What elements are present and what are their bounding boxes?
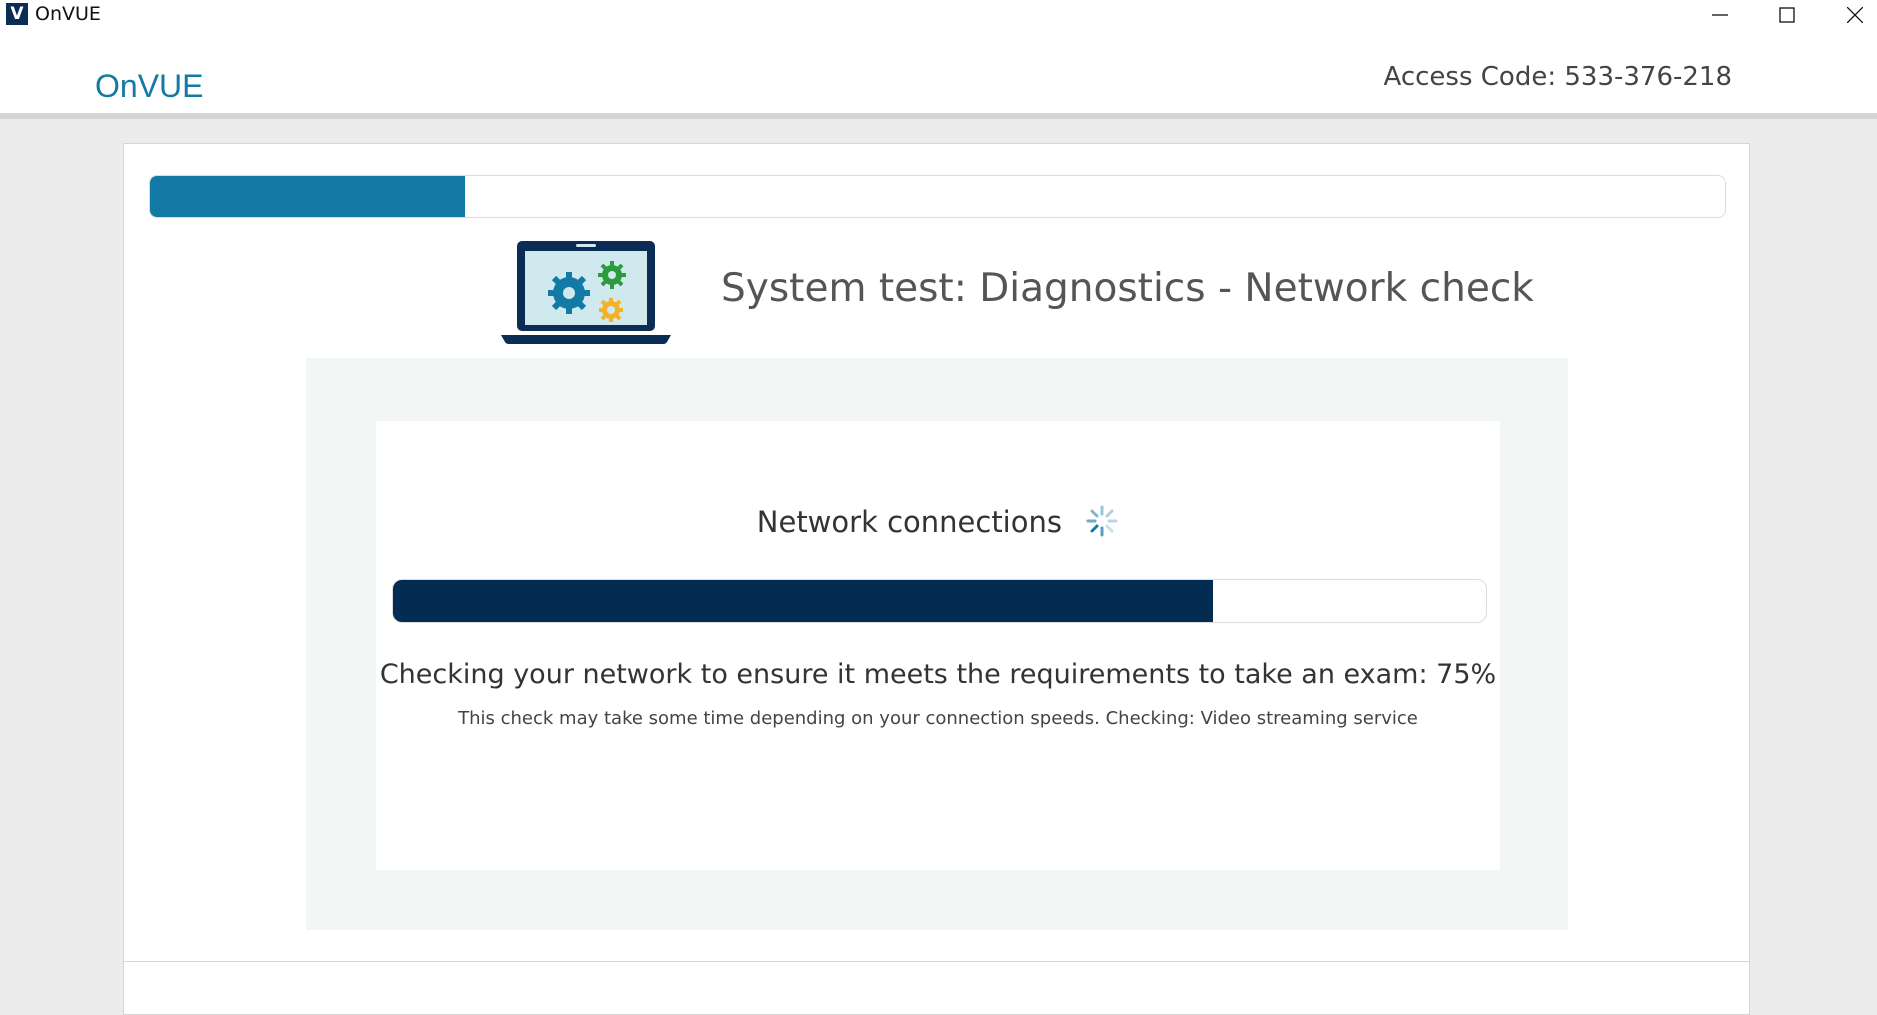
window-title: OnVUE — [35, 3, 101, 25]
network-status-detail: This check may take some time depending … — [458, 708, 1418, 729]
onvue-logo: OnVUE — [95, 68, 203, 103]
network-status-text: Checking your network to ensure it meets… — [379, 659, 1497, 690]
maximize-button[interactable] — [1757, 0, 1817, 29]
section-heading: Network connections — [376, 505, 1500, 541]
check-panel: Network connections Checking your networ… — [306, 358, 1568, 930]
network-progress-bar — [392, 579, 1487, 623]
laptop-gears-icon — [501, 241, 671, 344]
window-titlebar: V OnVUE — [0, 0, 1877, 29]
svg-text:OnVUE: OnVUE — [95, 68, 203, 103]
close-icon — [1847, 7, 1863, 23]
minimize-icon — [1712, 14, 1728, 16]
app-header: OnVUE Access Code: 533-376-218 — [0, 29, 1877, 119]
network-check-box: Network connections Checking your networ… — [376, 421, 1500, 870]
close-button[interactable] — [1825, 0, 1877, 29]
overall-progress-bar — [149, 175, 1726, 218]
page-title: System test: Diagnostics - Network check — [721, 266, 1534, 311]
main-card: System test: Diagnostics - Network check… — [123, 143, 1750, 1015]
minimize-button[interactable] — [1690, 0, 1750, 29]
app-icon: V — [6, 3, 28, 25]
section-heading-text: Network connections — [756, 505, 1062, 539]
maximize-icon — [1779, 7, 1795, 23]
network-progress-fill — [393, 580, 1213, 622]
overall-progress-fill — [150, 176, 465, 217]
access-code: Access Code: 533-376-218 — [1383, 62, 1733, 92]
loading-spinner-icon — [1086, 505, 1118, 537]
card-divider — [124, 961, 1749, 962]
